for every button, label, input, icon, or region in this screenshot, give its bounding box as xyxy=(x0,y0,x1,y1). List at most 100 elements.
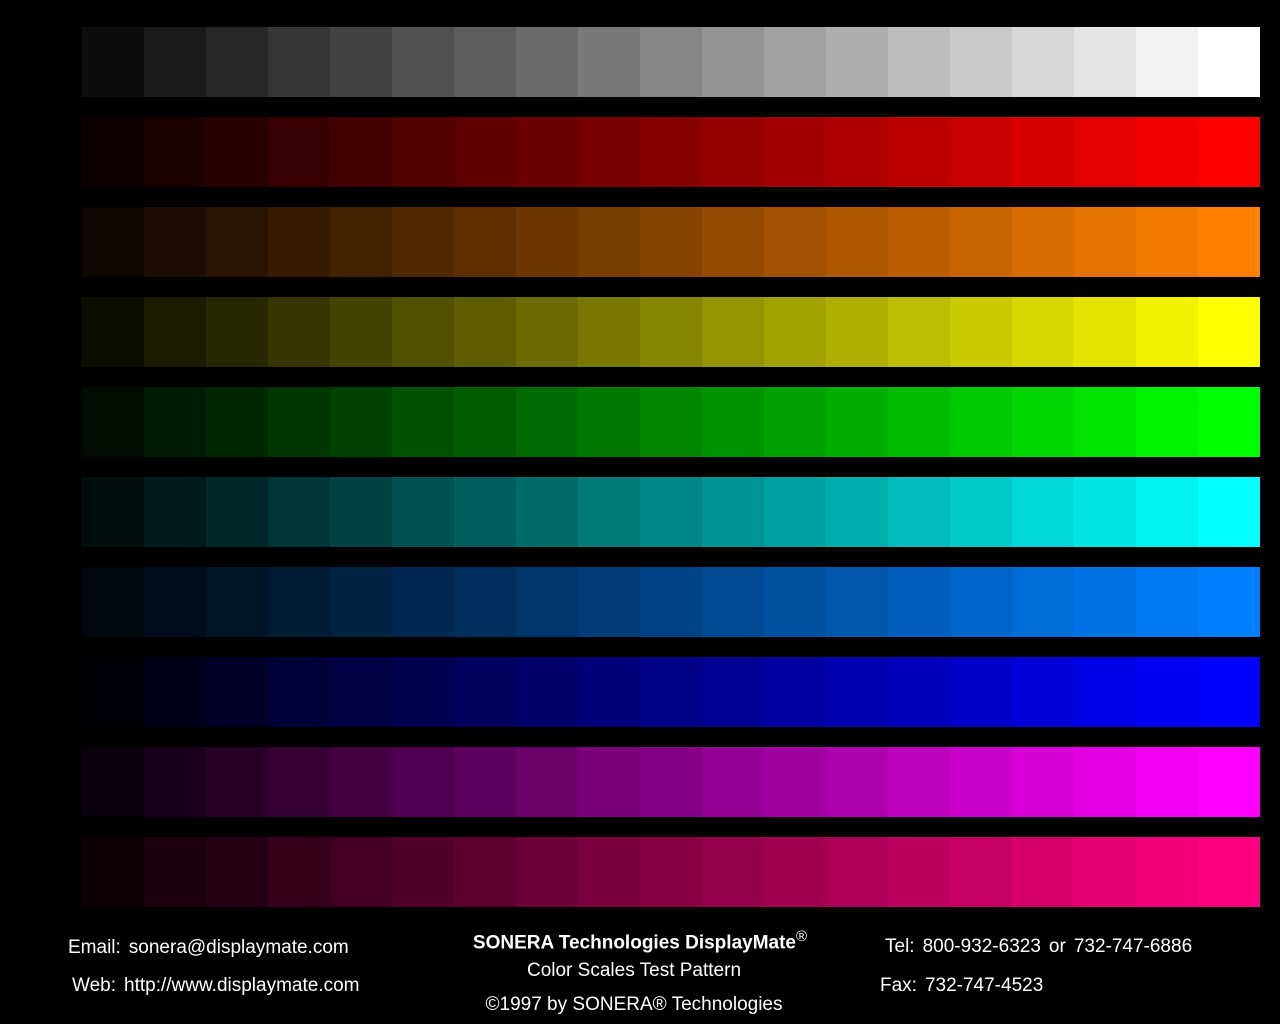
swatch xyxy=(454,27,516,97)
swatch xyxy=(454,657,516,727)
swatch xyxy=(888,837,950,907)
swatch xyxy=(1136,117,1198,187)
swatch xyxy=(578,207,640,277)
swatch xyxy=(702,567,764,637)
swatch xyxy=(702,387,764,457)
swatch xyxy=(1074,657,1136,727)
swatch xyxy=(454,207,516,277)
swatch xyxy=(516,567,578,637)
swatch xyxy=(516,837,578,907)
swatch xyxy=(330,477,392,547)
swatch xyxy=(1198,657,1260,727)
swatch xyxy=(578,297,640,367)
swatch xyxy=(144,567,206,637)
swatch xyxy=(764,567,826,637)
swatch xyxy=(888,567,950,637)
swatch xyxy=(1074,27,1136,97)
swatch xyxy=(268,837,330,907)
swatch xyxy=(640,477,702,547)
swatch xyxy=(1012,387,1074,457)
swatch xyxy=(516,297,578,367)
swatch xyxy=(950,27,1012,97)
swatch xyxy=(578,27,640,97)
copyright-symbol: © xyxy=(485,994,500,1015)
swatch xyxy=(826,837,888,907)
swatch xyxy=(1136,297,1198,367)
tel-value-2: 732-747-6886 xyxy=(1073,936,1193,957)
swatch xyxy=(206,567,268,637)
swatch xyxy=(1074,837,1136,907)
swatch xyxy=(392,297,454,367)
swatch xyxy=(392,477,454,547)
color-scales-grid xyxy=(82,27,1260,907)
swatch xyxy=(330,207,392,277)
swatch xyxy=(82,657,144,727)
fax-value: 732-747-4523 xyxy=(924,975,1044,996)
swatch xyxy=(268,657,330,727)
swatch xyxy=(1136,27,1198,97)
swatch xyxy=(1074,747,1136,817)
swatch xyxy=(268,567,330,637)
scale-row-blue xyxy=(82,657,1260,727)
swatch xyxy=(268,297,330,367)
swatch xyxy=(206,297,268,367)
swatch xyxy=(764,837,826,907)
swatch xyxy=(1012,117,1074,187)
swatch xyxy=(206,747,268,817)
swatch xyxy=(1136,207,1198,277)
swatch xyxy=(950,297,1012,367)
swatch xyxy=(1198,837,1260,907)
swatch xyxy=(578,117,640,187)
swatch xyxy=(1136,387,1198,457)
swatch xyxy=(330,567,392,637)
swatch xyxy=(764,387,826,457)
swatch xyxy=(206,207,268,277)
contact-tel: Tel: 800-932-6323 or 732-747-6886 xyxy=(885,936,1192,958)
swatch xyxy=(454,567,516,637)
swatch xyxy=(640,207,702,277)
swatch xyxy=(888,117,950,187)
swatch xyxy=(578,837,640,907)
swatch xyxy=(1198,387,1260,457)
swatch xyxy=(330,27,392,97)
swatch xyxy=(144,837,206,907)
swatch xyxy=(702,297,764,367)
swatch xyxy=(268,117,330,187)
swatch xyxy=(206,27,268,97)
swatch xyxy=(206,387,268,457)
swatch xyxy=(950,837,1012,907)
swatch xyxy=(392,117,454,187)
swatch xyxy=(268,207,330,277)
copyright-registered-mark: ® xyxy=(652,994,667,1015)
swatch xyxy=(764,297,826,367)
swatch xyxy=(516,117,578,187)
swatch xyxy=(392,657,454,727)
swatch xyxy=(1012,567,1074,637)
swatch xyxy=(1136,567,1198,637)
swatch xyxy=(640,657,702,727)
swatch xyxy=(702,27,764,97)
swatch xyxy=(82,837,144,907)
swatch xyxy=(392,207,454,277)
tel-or: or xyxy=(1048,936,1066,957)
swatch xyxy=(764,477,826,547)
scale-row-magenta xyxy=(82,747,1260,817)
swatch xyxy=(268,747,330,817)
copyright-text: 1997 by SONERA xyxy=(499,994,653,1015)
swatch xyxy=(82,117,144,187)
swatch xyxy=(702,837,764,907)
swatch xyxy=(640,747,702,817)
swatch xyxy=(578,657,640,727)
swatch xyxy=(888,297,950,367)
scale-row-red xyxy=(82,117,1260,187)
swatch xyxy=(454,297,516,367)
swatch xyxy=(888,27,950,97)
swatch xyxy=(392,387,454,457)
scale-row-cyan xyxy=(82,477,1260,547)
fax-label: Fax: xyxy=(880,975,917,996)
swatch xyxy=(950,387,1012,457)
swatch xyxy=(454,837,516,907)
swatch xyxy=(764,27,826,97)
swatch xyxy=(1198,207,1260,277)
brand-name: SONERA Technologies DisplayMate xyxy=(472,932,796,954)
